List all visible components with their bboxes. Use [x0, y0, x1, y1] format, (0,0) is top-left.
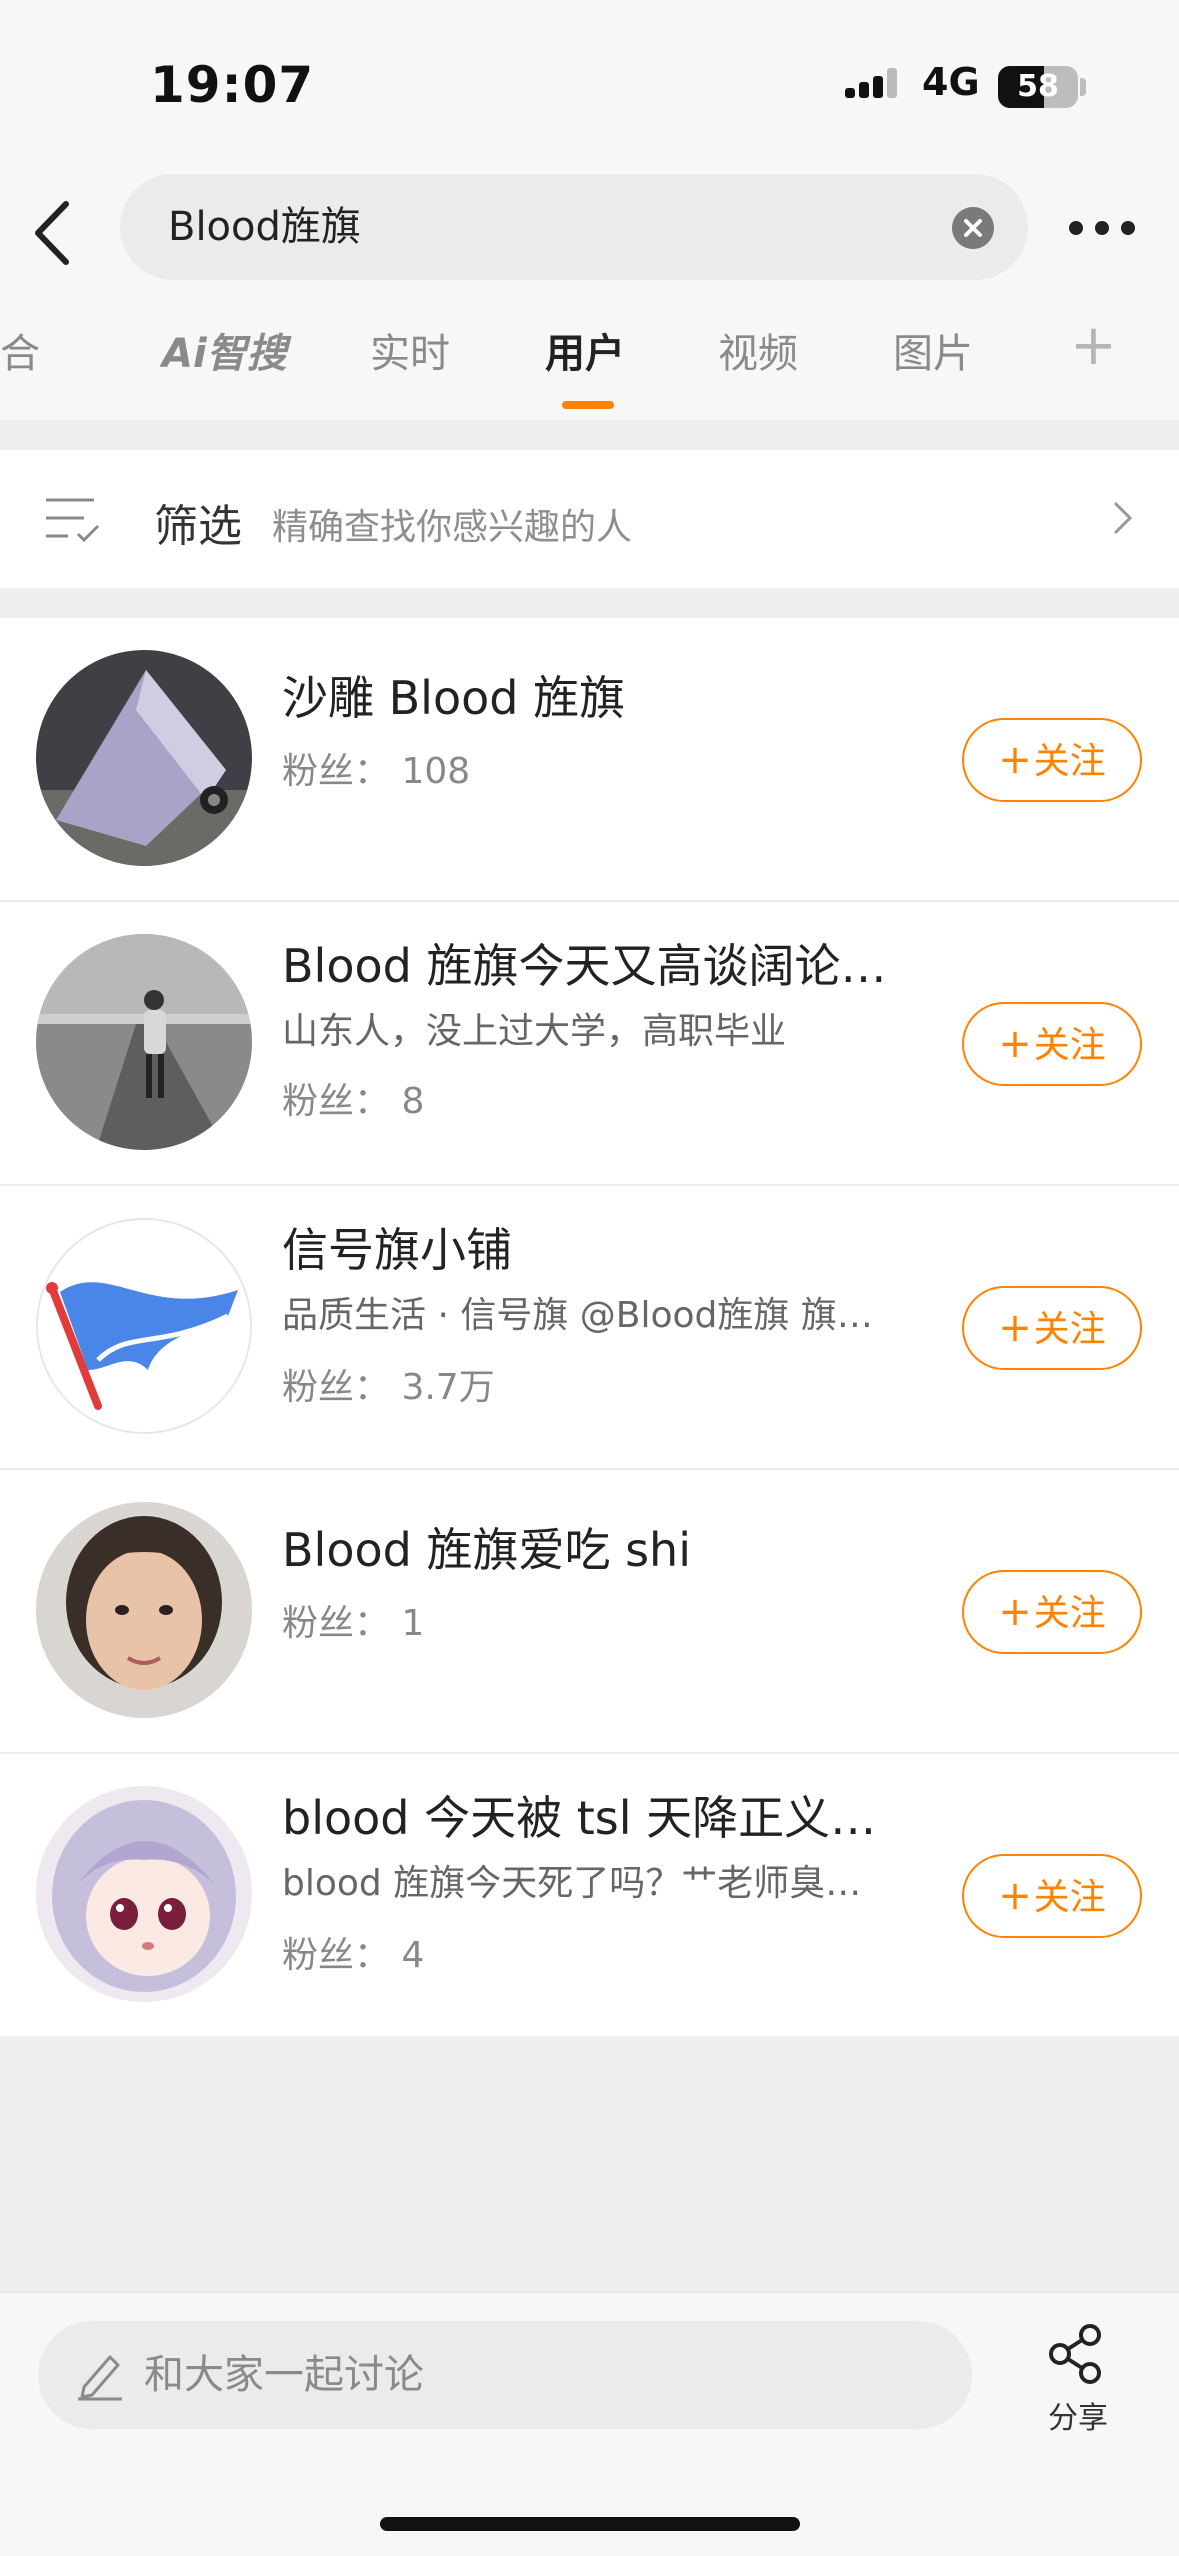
user-name[interactable]: Blood 旌旗今天又高谈阔论… [282, 930, 886, 996]
status-bar: 19:07 4G 58 [0, 0, 1179, 160]
user-list: 沙雕 Blood 旌旗 粉丝： 108 +关注 Blood 旌旗今天又高谈阔论…… [0, 618, 1179, 2038]
empty-area [0, 2036, 1179, 2291]
pencil-icon [78, 2355, 122, 2401]
user-name[interactable]: blood 今天被 tsl 天降正义了吗 [282, 1782, 922, 1848]
filter-row[interactable]: 筛选 精确查找你感兴趣的人 [0, 450, 1179, 588]
user-item[interactable]: Blood 旌旗爱吃 shi 粉丝： 1 +关注 [0, 1470, 1179, 1754]
plus-icon: + [998, 737, 1032, 783]
comment-input[interactable]: 和大家一起讨论 [38, 2321, 972, 2429]
filter-label: 筛选 [154, 501, 242, 552]
plus-icon: + [998, 1589, 1032, 1635]
follow-button[interactable]: +关注 [962, 1286, 1142, 1370]
tab-ai-search[interactable]: Ai智搜 [162, 321, 287, 379]
network-type: 4G [922, 60, 980, 104]
user-item[interactable]: blood 今天被 tsl 天降正义了吗 blood 旌旗今天死了吗？艹老师臭…… [0, 1754, 1179, 2038]
avatar[interactable] [36, 1786, 252, 2002]
signal-icon [845, 68, 897, 98]
user-item[interactable]: 信号旗小铺 品质生活 · 信号旗 @Blood旌旗 旗… 粉丝： 3.7万 +关… [0, 1186, 1179, 1470]
user-name[interactable]: 信号旗小铺 [282, 1214, 512, 1280]
avatar[interactable] [36, 934, 252, 1150]
battery-cap [1080, 78, 1086, 96]
share-label[interactable]: 分享 [1030, 2393, 1126, 2437]
avatar[interactable] [36, 1502, 252, 1718]
plus-icon: + [998, 1021, 1032, 1067]
user-description: 品质生活 · 信号旗 @Blood旌旗 旗… [282, 1295, 873, 1336]
user-fans: 粉丝： 1 [282, 1603, 425, 1644]
active-tab-indicator [562, 401, 614, 409]
tab-videos[interactable]: 视频 [718, 321, 798, 379]
user-name[interactable]: Blood 旌旗爱吃 shi [282, 1514, 691, 1580]
add-tab-icon[interactable]: + [1070, 313, 1117, 378]
back-arrow-icon[interactable] [28, 198, 78, 268]
user-description: 山东人，没上过大学，高职毕业 [282, 1011, 787, 1052]
plus-icon: + [998, 1305, 1032, 1351]
follow-button[interactable]: +关注 [962, 1002, 1142, 1086]
section-divider [0, 588, 1179, 618]
comment-placeholder[interactable]: 和大家一起讨论 [144, 2321, 424, 2429]
section-divider [0, 420, 1179, 450]
search-input[interactable]: Blood旌旗 [120, 174, 1028, 280]
user-item[interactable]: 沙雕 Blood 旌旗 粉丝： 108 +关注 [0, 618, 1179, 902]
filter-hint: 精确查找你感兴趣的人 [272, 507, 633, 548]
search-header: Blood旌旗 [0, 160, 1179, 295]
home-indicator[interactable] [380, 2517, 800, 2531]
filter-icon [46, 498, 100, 543]
share-icon[interactable] [1046, 2323, 1108, 2385]
tab-images[interactable]: 图片 [893, 321, 973, 379]
chevron-right-icon [1113, 501, 1133, 535]
user-description: blood 旌旗今天死了吗？艹老师臭… [282, 1863, 862, 1904]
avatar[interactable] [36, 650, 252, 866]
user-fans: 粉丝： 4 [282, 1935, 425, 1976]
user-fans: 粉丝： 8 [282, 1081, 425, 1122]
battery-percent: 58 [1017, 69, 1059, 104]
battery-icon: 58 [998, 66, 1078, 108]
user-item[interactable]: Blood 旌旗今天又高谈阔论… 山东人，没上过大学，高职毕业 粉丝： 8 +关… [0, 902, 1179, 1186]
user-name[interactable]: 沙雕 Blood 旌旗 [282, 662, 625, 728]
tab-users[interactable]: 用户 [545, 321, 625, 379]
user-fans: 粉丝： 3.7万 [282, 1367, 495, 1408]
more-options-icon[interactable] [1068, 220, 1136, 236]
tab-realtime[interactable]: 实时 [370, 321, 450, 379]
follow-button[interactable]: +关注 [962, 1570, 1142, 1654]
user-fans: 粉丝： 108 [282, 751, 471, 792]
search-query[interactable]: Blood旌旗 [168, 174, 361, 280]
avatar[interactable] [36, 1218, 252, 1434]
search-tabs: 综合 Ai智搜 实时 用户 视频 图片 + [0, 295, 1179, 420]
follow-button[interactable]: +关注 [962, 1854, 1142, 1938]
clear-search-icon[interactable] [952, 207, 994, 249]
bottom-bar: 和大家一起讨论 分享 [0, 2291, 1179, 2556]
tab-comprehensive[interactable]: 综合 [0, 321, 40, 379]
status-time: 19:07 [150, 56, 315, 114]
plus-icon: + [998, 1873, 1032, 1919]
follow-button[interactable]: +关注 [962, 718, 1142, 802]
